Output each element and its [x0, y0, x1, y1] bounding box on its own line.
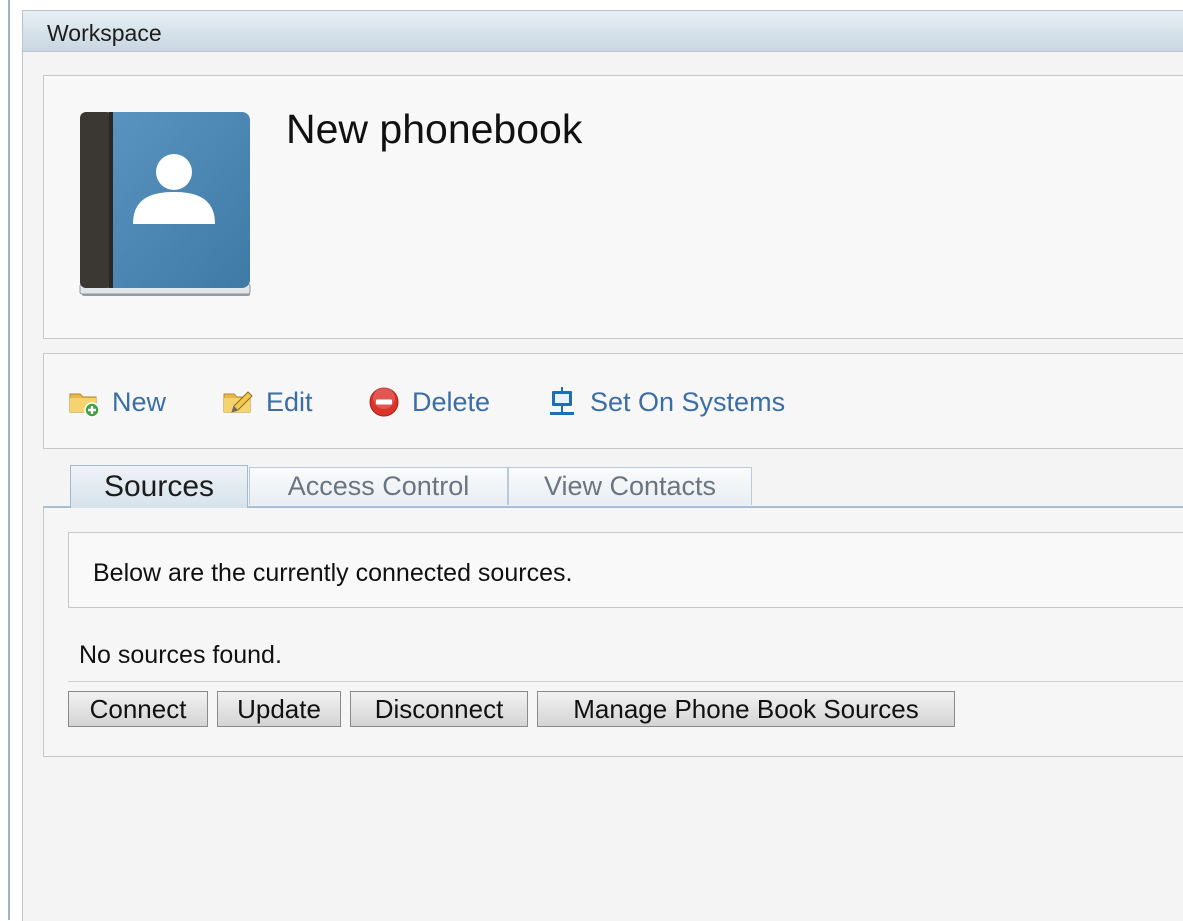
monitor-network-icon: [550, 387, 574, 415]
edit-label: Edit: [266, 386, 313, 417]
tab-view-contacts[interactable]: View Contacts: [508, 467, 752, 505]
disconnect-button[interactable]: Disconnect: [350, 691, 528, 727]
sources-info-box: Below are the currently connected source…: [68, 532, 1183, 608]
edit-button[interactable]: Edit: [222, 382, 313, 422]
edit-folder-icon: [223, 391, 253, 413]
delete-label: Delete: [412, 386, 491, 417]
phonebook-title: New phonebook: [286, 106, 583, 152]
delete-icon: [369, 387, 399, 417]
set-on-systems-label: Set On Systems: [590, 386, 786, 417]
workspace-title: Workspace: [47, 20, 162, 46]
new-folder-icon: [69, 393, 100, 418]
update-button[interactable]: Update: [217, 691, 341, 727]
workspace-header: Workspace: [23, 11, 1183, 52]
connect-button[interactable]: Connect: [68, 691, 208, 727]
phonebook-icon: [79, 112, 251, 296]
tab-access-control[interactable]: Access Control: [249, 467, 508, 505]
manage-phone-book-sources-button[interactable]: Manage Phone Book Sources: [537, 691, 955, 727]
tab-sources[interactable]: Sources: [70, 465, 248, 508]
delete-button[interactable]: Delete: [368, 382, 490, 422]
no-sources-message: No sources found.: [79, 641, 282, 669]
set-on-systems-button[interactable]: Set On Systems: [546, 382, 785, 422]
action-toolbar: New Edit Delete Set On Systems: [43, 353, 1183, 449]
divider: [68, 681, 1183, 682]
phonebook-header: New phonebook: [43, 75, 1183, 339]
new-label: New: [112, 386, 167, 417]
sources-panel: Below are the currently connected source…: [43, 508, 1183, 757]
new-button[interactable]: New: [68, 382, 166, 422]
workspace-panel: Workspace New phonebook New Edit Delete …: [22, 10, 1183, 921]
sources-info-text: Below are the currently connected source…: [93, 559, 573, 587]
left-border: [8, 0, 10, 920]
